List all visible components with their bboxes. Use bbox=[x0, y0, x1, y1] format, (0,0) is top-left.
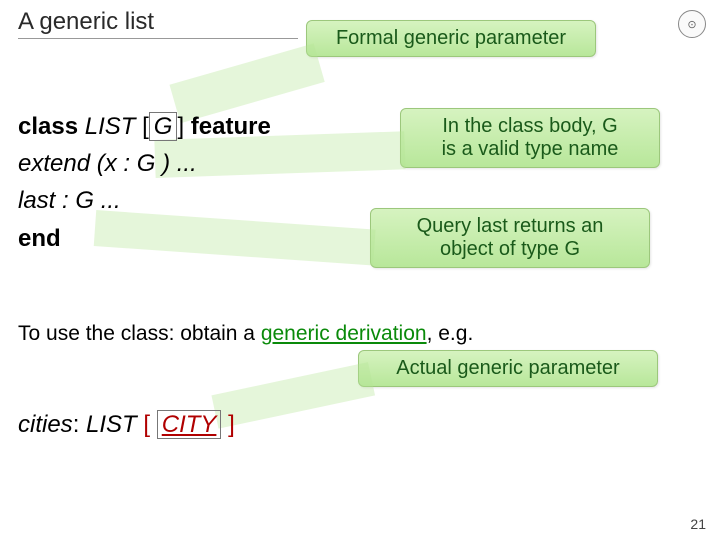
code-line-4: end bbox=[18, 220, 271, 257]
code-line-1: class LIST [G] feature bbox=[18, 108, 271, 145]
kw-feature: feature bbox=[191, 113, 271, 140]
type-list: LIST bbox=[86, 411, 143, 438]
var-cities: cities bbox=[18, 411, 73, 438]
feature-extend: extend bbox=[18, 150, 90, 177]
bracket-open: [ bbox=[142, 113, 149, 140]
feature-last: last bbox=[18, 187, 55, 214]
bracket-close: ] bbox=[177, 113, 184, 140]
code-line-2: extend (x : G ) ... bbox=[18, 145, 271, 182]
callout-formal-generic: Formal generic parameter bbox=[306, 20, 596, 57]
code-block: class LIST [G] feature extend (x : G ) .… bbox=[18, 108, 271, 257]
kw-class: class bbox=[18, 113, 78, 140]
use-pre: To use the class: obtain a bbox=[18, 322, 261, 345]
red-lbracket: [ bbox=[143, 411, 150, 438]
pointer-actual bbox=[211, 362, 375, 429]
extend-rest: (x : G ) ... bbox=[97, 150, 197, 177]
kw-end: end bbox=[18, 225, 61, 252]
last-rest: : G ... bbox=[62, 187, 121, 214]
use-mid: generic derivation bbox=[261, 322, 427, 345]
slide-title: A generic list bbox=[18, 8, 298, 39]
generic-G-box: G bbox=[149, 112, 178, 141]
cities-declaration: cities: LIST [ CITY ] bbox=[18, 406, 235, 443]
page-number: 21 bbox=[690, 516, 706, 532]
callout-valid-type: In the class body, G is a valid type nam… bbox=[400, 108, 660, 168]
callout-actual-generic: Actual generic parameter bbox=[358, 350, 658, 387]
colon: : bbox=[73, 411, 86, 438]
city-box: CITY bbox=[157, 410, 222, 439]
corner-logo: ⊙ bbox=[678, 10, 706, 38]
usage-sentence: To use the class: obtain a generic deriv… bbox=[18, 318, 473, 351]
red-rbracket: ] bbox=[228, 411, 235, 438]
class-name-list: LIST bbox=[85, 113, 136, 140]
code-line-3: last : G ... bbox=[18, 182, 271, 219]
callout-query-last: Query last returns an object of type G bbox=[370, 208, 650, 268]
use-post: , e.g. bbox=[427, 322, 474, 345]
